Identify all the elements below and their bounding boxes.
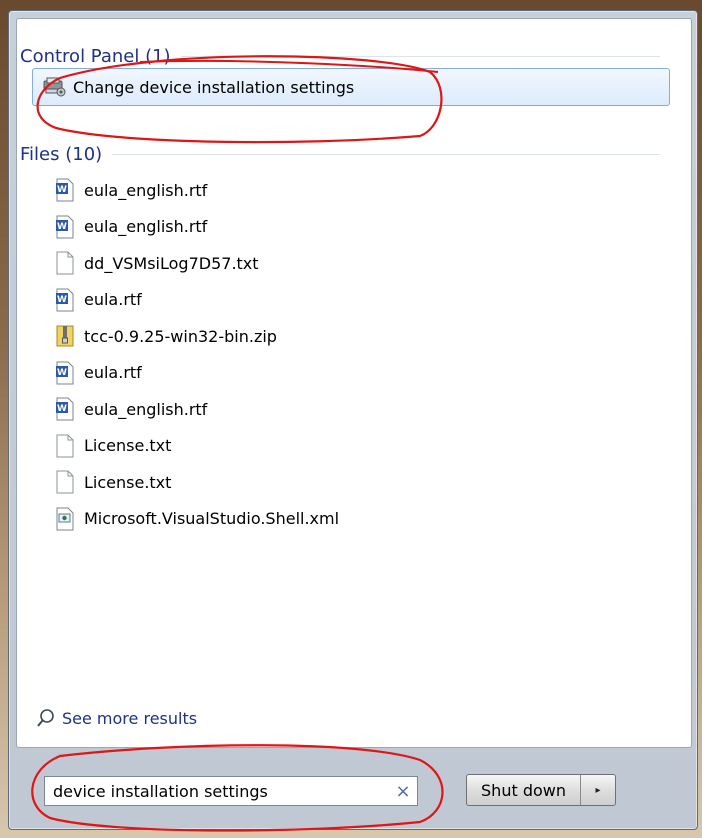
control-panel-header-label: Control Panel (1): [20, 46, 171, 67]
word-doc-icon: W: [54, 288, 76, 312]
text-file-icon: [54, 470, 76, 494]
file-result-item[interactable]: tcc-0.9.25-win32-bin.zip: [54, 318, 654, 355]
file-name: eula_english.rtf: [84, 217, 208, 237]
search-icon: [36, 708, 56, 728]
shutdown-button[interactable]: Shut down: [467, 775, 581, 805]
file-result-item[interactable]: W eula.rtf: [54, 282, 654, 319]
file-result-item[interactable]: License.txt: [54, 428, 654, 465]
file-result-item[interactable]: Microsoft.VisualStudio.Shell.xml: [54, 501, 654, 538]
file-result-item[interactable]: License.txt: [54, 464, 654, 501]
result-label: Change device installation settings: [73, 77, 355, 97]
file-result-item[interactable]: W eula_english.rtf: [54, 391, 654, 428]
files-section-header[interactable]: Files (10): [20, 144, 660, 165]
svg-text:W: W: [57, 185, 67, 195]
file-name: eula.rtf: [84, 363, 142, 383]
file-name: Microsoft.VisualStudio.Shell.xml: [84, 509, 340, 529]
word-doc-icon: W: [54, 178, 76, 202]
file-result-item[interactable]: dd_VSMsiLog7D57.txt: [54, 245, 654, 282]
file-results-list: W eula_english.rtf W eula_english.rtf dd…: [54, 172, 654, 537]
file-name: dd_VSMsiLog7D57.txt: [84, 253, 259, 273]
search-input[interactable]: [53, 781, 389, 801]
shutdown-control: Shut down ▸: [466, 774, 616, 806]
start-search-box[interactable]: ×: [44, 776, 418, 806]
file-name: License.txt: [84, 436, 172, 456]
word-doc-icon: W: [54, 361, 76, 385]
text-file-icon: [54, 251, 76, 275]
shutdown-options-arrow-icon[interactable]: ▸: [581, 775, 615, 805]
file-result-item[interactable]: W eula_english.rtf: [54, 209, 654, 246]
result-change-device-installation-settings[interactable]: Change device installation settings: [32, 68, 670, 106]
word-doc-icon: W: [54, 397, 76, 421]
section-divider: [112, 154, 660, 155]
file-name: eula_english.rtf: [84, 180, 208, 200]
device-settings-icon: [41, 76, 67, 98]
file-name: tcc-0.9.25-win32-bin.zip: [84, 326, 277, 346]
svg-text:W: W: [57, 368, 67, 378]
file-result-item[interactable]: W eula.rtf: [54, 355, 654, 392]
see-more-results-link[interactable]: See more results: [36, 708, 197, 728]
file-name: eula.rtf: [84, 290, 142, 310]
word-doc-icon: W: [54, 215, 76, 239]
clear-search-icon[interactable]: ×: [389, 781, 417, 802]
svg-text:W: W: [57, 222, 67, 232]
svg-text:W: W: [57, 404, 67, 414]
file-result-item[interactable]: W eula_english.rtf: [54, 172, 654, 209]
files-header-label: Files (10): [20, 144, 103, 165]
zip-folder-icon: [54, 324, 76, 348]
see-more-label: See more results: [62, 708, 198, 728]
text-file-icon: [54, 434, 76, 458]
control-panel-section-header[interactable]: Control Panel (1): [20, 46, 660, 67]
file-name: License.txt: [84, 472, 172, 492]
svg-text:W: W: [57, 295, 67, 305]
file-name: eula_english.rtf: [84, 399, 208, 419]
section-divider: [180, 56, 660, 57]
xml-file-icon: [54, 507, 76, 531]
